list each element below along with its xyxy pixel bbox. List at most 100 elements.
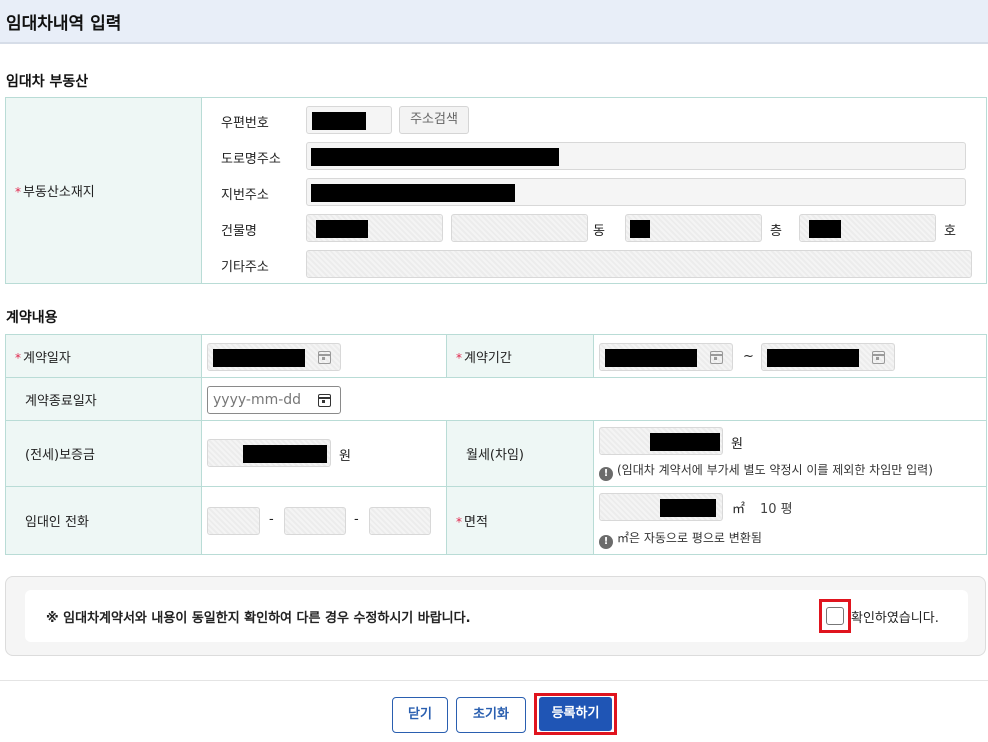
contract-date-cell <box>201 334 447 378</box>
calendar-icon[interactable] <box>872 351 885 364</box>
required-mark: * <box>456 350 462 365</box>
contract-period-label-cell: * 계약기간 <box>446 334 594 378</box>
landlord-phone-label: 임대인 전화 <box>25 515 89 530</box>
address-search-button[interactable]: 주소검색 <box>399 106 469 134</box>
title-bar: 임대차내역 입력 <box>0 0 988 44</box>
area-note: ! ㎡은 자동으로 평으로 변환됨 <box>599 529 762 549</box>
monthly-rent-cell: 원 ! (임대차 계약서에 부가세 별도 약정시 이를 제외한 차임만 입력) <box>593 420 987 487</box>
road-address-label: 도로명주소 <box>221 152 281 167</box>
confirm-checkbox[interactable] <box>826 607 844 625</box>
lot-address-input[interactable] <box>306 178 966 206</box>
redacted-mask <box>809 220 841 238</box>
redacted-mask <box>243 445 327 463</box>
contract-table: * 계약일자 * 계약기간 ~ 계약종료일자 yyyy-mm-dd (전세)보증… <box>5 334 987 555</box>
monthly-rent-unit: 원 <box>731 437 743 452</box>
contract-date-label-cell: * 계약일자 <box>5 334 202 378</box>
other-address-input[interactable] <box>306 250 972 278</box>
contract-date-label: 계약일자 <box>23 350 71 366</box>
contract-date-input[interactable] <box>207 343 341 371</box>
location-label-cell: * 부동산소재지 <box>5 97 202 284</box>
calendar-icon[interactable] <box>710 351 723 364</box>
monthly-rent-label-cell: 월세(차임) <box>446 420 594 487</box>
phone-part2-input[interactable] <box>284 507 346 535</box>
end-date-input[interactable]: yyyy-mm-dd <box>207 386 341 414</box>
info-icon: ! <box>599 467 613 481</box>
dong-unit: 동 <box>593 224 605 239</box>
landlord-phone-label-cell: 임대인 전화 <box>5 486 202 555</box>
contract-period-label: 계약기간 <box>464 350 512 366</box>
end-date-placeholder: yyyy-mm-dd <box>213 392 302 408</box>
confirm-notice: ※ 임대차계약서와 내용이 동일한지 확인하여 다른 경우 수정하시기 바랍니다… <box>46 611 471 626</box>
deposit-label: (전세)보증금 <box>25 448 95 463</box>
location-label: 부동산소재지 <box>23 185 95 200</box>
contract-end-input[interactable] <box>761 343 895 371</box>
floor-input[interactable] <box>625 214 762 242</box>
monthly-rent-note: ! (임대차 계약서에 부가세 별도 약정시 이를 제외한 차임만 입력) <box>599 461 933 481</box>
phone-separator: - <box>269 512 274 527</box>
contract-section-title: 계약내용 <box>6 310 58 326</box>
phone-part3-input[interactable] <box>369 507 431 535</box>
property-section-title: 임대차 부동산 <box>6 74 89 90</box>
lot-address-label: 지번주소 <box>221 188 269 203</box>
floor-unit: 층 <box>770 224 782 239</box>
area-unit: ㎡ <box>732 502 746 517</box>
area-input[interactable] <box>599 493 723 521</box>
phone-separator: - <box>354 512 359 527</box>
deposit-cell: 원 <box>201 420 447 487</box>
required-mark: * <box>15 185 21 199</box>
location-fields: 우편번호 주소검색 도로명주소 지번주소 건물명 동 층 호 기타주소 <box>201 97 987 284</box>
landlord-phone-cell: - - <box>201 486 447 555</box>
required-mark: * <box>15 350 21 365</box>
monthly-rent-label: 월세(차임) <box>466 448 524 463</box>
page-title: 임대차내역 입력 <box>6 14 122 34</box>
area-note-text: ㎡은 자동으로 평으로 변환됨 <box>617 531 762 545</box>
footer-divider <box>0 680 988 681</box>
property-table: * 부동산소재지 우편번호 주소검색 도로명주소 지번주소 건물명 동 층 호 기… <box>5 97 987 284</box>
building-name-input[interactable] <box>306 214 443 242</box>
building-label: 건물명 <box>221 224 257 239</box>
confirm-box: ※ 임대차계약서와 내용이 동일한지 확인하여 다른 경우 수정하시기 바랍니다… <box>5 576 986 656</box>
confirm-checkbox-label[interactable]: 확인하였습니다. <box>851 607 939 626</box>
submit-button[interactable]: 등록하기 <box>539 697 612 731</box>
area-cell: ㎡ 10 평 ! ㎡은 자동으로 평으로 변환됨 <box>593 486 987 555</box>
phone-part1-input[interactable] <box>207 507 260 535</box>
redacted-mask <box>311 148 559 166</box>
ho-unit: 호 <box>944 224 956 239</box>
redacted-mask <box>312 112 366 130</box>
end-date-label: 계약종료일자 <box>25 393 97 409</box>
contract-start-input[interactable] <box>599 343 733 371</box>
monthly-rent-input[interactable] <box>599 427 723 455</box>
redacted-mask <box>316 220 368 238</box>
dong-input[interactable] <box>451 214 588 242</box>
postal-label: 우편번호 <box>221 116 269 131</box>
confirm-inner: ※ 임대차계약서와 내용이 동일한지 확인하여 다른 경우 수정하시기 바랍니다… <box>25 590 968 642</box>
redacted-mask <box>767 349 859 367</box>
confirm-checkbox-highlight <box>819 599 851 633</box>
info-icon: ! <box>599 535 613 549</box>
contract-period-cell: ~ <box>593 334 987 378</box>
monthly-rent-note-text: (임대차 계약서에 부가세 별도 약정시 이를 제외한 차임만 입력) <box>617 463 933 477</box>
redacted-mask <box>605 349 697 367</box>
redacted-mask <box>630 220 650 238</box>
end-date-cell: yyyy-mm-dd <box>201 377 987 421</box>
postal-input[interactable] <box>306 106 392 134</box>
road-address-input[interactable] <box>306 142 966 170</box>
deposit-unit: 원 <box>339 449 351 464</box>
deposit-label-cell: (전세)보증금 <box>5 420 202 487</box>
required-mark: * <box>456 515 462 529</box>
deposit-input[interactable] <box>207 439 331 467</box>
redacted-mask <box>311 184 515 202</box>
close-button[interactable]: 닫기 <box>392 697 448 733</box>
submit-button-highlight: 등록하기 <box>534 693 617 735</box>
calendar-icon[interactable] <box>318 394 331 407</box>
redacted-mask <box>660 499 716 517</box>
end-date-label-cell: 계약종료일자 <box>5 377 202 421</box>
ho-input[interactable] <box>799 214 936 242</box>
area-label-cell: * 면적 <box>446 486 594 555</box>
other-address-label: 기타주소 <box>221 260 269 275</box>
redacted-mask <box>650 433 720 451</box>
calendar-icon[interactable] <box>318 351 331 364</box>
pyeong-value: 10 평 <box>760 502 793 517</box>
area-label: 면적 <box>464 515 488 530</box>
reset-button[interactable]: 초기화 <box>456 697 526 733</box>
